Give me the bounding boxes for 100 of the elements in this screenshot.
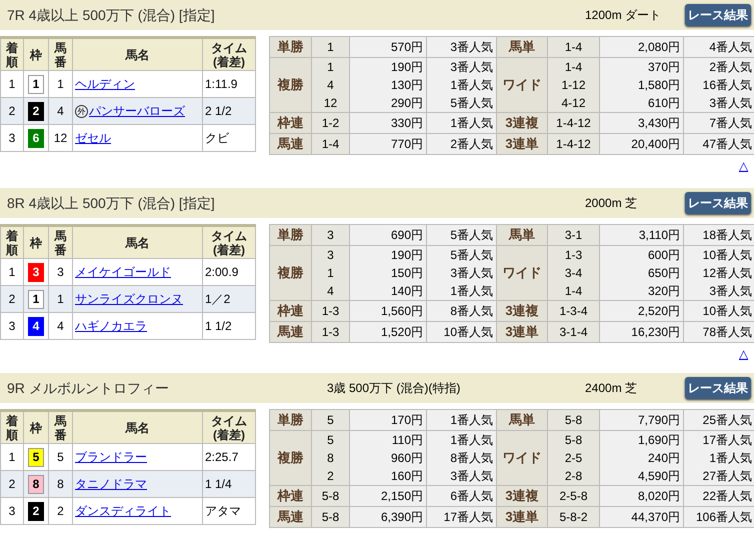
race-title: 9R メルボルントロフィー (7, 378, 170, 398)
popularity-cell-text: 18番人気 (702, 227, 752, 244)
race-course: 2000m 芝 (585, 195, 638, 212)
combination-cell-text: 5-8 (564, 412, 584, 429)
bet-type-label: 馬単 (496, 36, 548, 58)
popularity-cell-text: 78番人気 (702, 324, 752, 341)
payout-amount-cell-text: 1,560円 (380, 303, 423, 320)
popularity-cell-text: 1番人気 (449, 115, 493, 132)
bet-type-label: 枠連 (270, 486, 312, 506)
bracket-number-badge: 2 (28, 102, 44, 120)
race-result-button[interactable]: レース結果 (685, 192, 751, 214)
payout-amount-cell-text: 6,390円 (380, 509, 423, 526)
popularity-cell-text: 1番人気 (449, 283, 493, 300)
payout-amount-cell-text: 4,590円 (636, 468, 680, 485)
bracket-number-badge: 8 (28, 474, 44, 494)
popularity-cell-text: 7番人気 (708, 115, 752, 132)
payout-amount-cell-text: 650円 (646, 265, 680, 282)
payout-amount-cell-text: 1,580円 (636, 77, 680, 94)
bet-type-label: 馬連 (270, 322, 312, 342)
combination-cell-text: 1-4-12 (555, 115, 592, 132)
time-cell: 1 1/2 (202, 312, 256, 340)
horse-name-link[interactable]: パンサーバローズ (89, 104, 185, 118)
popularity-cell-text: 3番人気 (449, 39, 493, 56)
bet-type-label: ワイド (496, 430, 548, 486)
popularity-cell-text: 3番人気 (708, 283, 752, 300)
horse-number-cell: 2 (48, 498, 72, 524)
bet-type-label: ワイド (496, 246, 548, 300)
bet-type-label: 馬単 (496, 224, 548, 246)
payout-amount-cell-text: 330円 (390, 115, 423, 132)
popularity-cell-text: 8番人気 (449, 303, 493, 320)
combination-cell-text: 3 (326, 227, 335, 244)
popularity-cell-text: 3番人気 (449, 265, 493, 282)
combination-cell-text: 2 (326, 468, 335, 485)
bet-type-label: 単勝 (270, 410, 312, 430)
combination-cell-text: 1-4-12 (555, 136, 592, 153)
payout-amount-cell-text: 600円 (646, 247, 680, 264)
popularity-cell-text: 17番人気 (702, 432, 752, 449)
combination-cell-text: 5 (326, 432, 335, 449)
combination-cell-text: 1-12 (560, 77, 587, 94)
payout-amount-cell-text: 150円 (390, 265, 423, 282)
bet-type-label: 馬連 (270, 506, 312, 528)
payout-amount-cell-text: 770円 (390, 136, 423, 153)
combination-cell-text: 1-4 (564, 39, 584, 56)
bet-type-label: 複勝 (270, 430, 312, 486)
bracket-number-badge: 6 (28, 128, 44, 148)
bet-type-label: 枠連 (270, 300, 312, 322)
popularity-cell-text: 5番人気 (449, 247, 493, 264)
time-cell: アタマ (202, 498, 256, 524)
payout-amount-cell-text: 2,080円 (636, 39, 680, 56)
page-top-link[interactable]: △ (739, 157, 748, 175)
combination-cell-text: 1 (326, 39, 335, 56)
payout-amount-cell-text: 190円 (390, 59, 423, 76)
combination-cell-text: 1-3 (320, 324, 340, 341)
payout-amount-cell-text: 2,520円 (636, 303, 680, 320)
payout-amount-cell-text: 140円 (390, 283, 423, 300)
payout-amount-cell-text: 690円 (390, 227, 423, 244)
popularity-cell-text: 16番人気 (702, 77, 752, 94)
race-result-button[interactable]: レース結果 (685, 4, 751, 26)
payout-amount-cell-text: 240円 (646, 450, 680, 467)
race-result-button[interactable]: レース結果 (685, 377, 751, 399)
race-course: 2400m 芝 (585, 380, 638, 397)
payout-amount-cell-text: 3,430円 (636, 115, 680, 132)
combination-cell-text: 5 (326, 412, 335, 429)
bracket-number-badge: 1 (28, 74, 44, 94)
payout-amount-cell-text: 44,370円 (630, 509, 680, 526)
popularity-cell-text: 2番人気 (449, 136, 493, 153)
payout-amount-cell-text: 320円 (646, 283, 680, 300)
payout-amount-cell-text: 16,230円 (630, 324, 680, 341)
popularity-cell-text: 3番人気 (449, 468, 493, 485)
combination-cell-text: 4 (326, 283, 335, 300)
payout-amount-cell-text: 8,020円 (636, 488, 680, 505)
bet-type-label: 単勝 (270, 224, 312, 246)
popularity-cell-text: 10番人気 (442, 324, 493, 341)
payout-amount-cell-text: 130円 (390, 77, 423, 94)
payout-amount-cell-text: 1,690円 (636, 432, 680, 449)
bet-type-label: 複勝 (270, 58, 312, 112)
combination-cell-text: 2-5-8 (558, 488, 588, 505)
combination-cell-text: 3-4 (564, 265, 584, 282)
popularity-cell-text: 25番人気 (702, 412, 752, 429)
bracket-number-badge: 3 (28, 262, 44, 282)
combination-cell-text: 1-4 (320, 136, 340, 153)
horse-name-link[interactable]: ゼセル (75, 131, 111, 145)
combination-cell-text: 12 (322, 95, 338, 112)
race-title: 7R 4歳以上 500万下 (混合) [指定] (7, 6, 216, 25)
payout-amount-cell-text: 160円 (390, 468, 423, 485)
popularity-cell-text: 12番人気 (702, 265, 752, 282)
popularity-cell-text: 8番人気 (449, 450, 493, 467)
combination-cell-text: 1-2 (320, 115, 340, 132)
popularity-cell-text: 1番人気 (449, 432, 493, 449)
popularity-cell-text: 106番人気 (694, 509, 752, 526)
popularity-cell-text: 5番人気 (449, 95, 493, 112)
popularity-cell-text: 4番人気 (708, 39, 752, 56)
page-top-link[interactable]: △ (739, 345, 748, 363)
payout-amount-cell-text: 960円 (390, 450, 423, 467)
payout-amount-cell-text: 290円 (390, 95, 423, 112)
bet-type-label: 単勝 (270, 36, 312, 58)
combination-cell-text: 5-8 (564, 432, 584, 449)
payout-amount-cell-text: 7,790円 (636, 412, 680, 429)
popularity-cell-text: 3番人気 (708, 95, 752, 112)
bet-type-label: 3連複 (496, 300, 548, 322)
